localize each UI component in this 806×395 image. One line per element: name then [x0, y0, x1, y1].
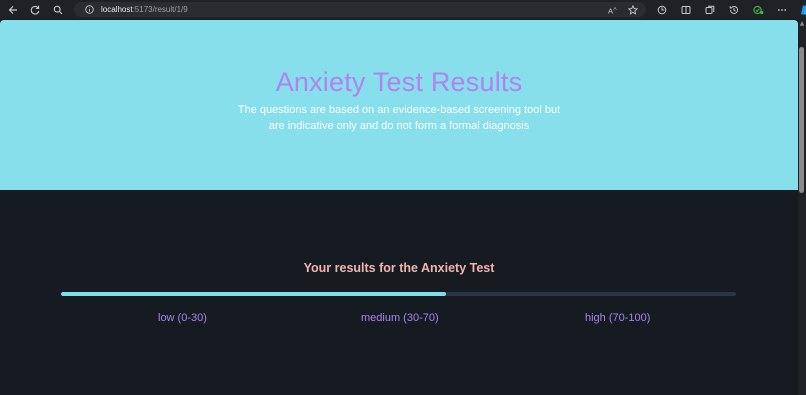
extensions-icon[interactable] — [650, 0, 674, 19]
svg-text:A: A — [614, 6, 617, 11]
back-button[interactable] — [2, 0, 24, 19]
refresh-icon — [30, 5, 40, 15]
refresh-button[interactable] — [24, 0, 46, 19]
split-screen-icon[interactable] — [674, 0, 698, 19]
level-high-label: high (70-100) — [585, 312, 651, 324]
page-subtitle: The questions are based on an evidence-b… — [237, 104, 561, 132]
scroll-up-arrow-icon[interactable]: ▲ — [799, 21, 805, 27]
url-path: :5173/result/1/9 — [132, 5, 188, 14]
copilot-icon[interactable] — [794, 0, 806, 19]
search-icon — [53, 5, 63, 14]
vertical-scrollbar[interactable]: ▲ — [798, 19, 806, 395]
address-bar[interactable]: localhost:5173/result/1/9 AA — [74, 2, 646, 17]
performance-icon[interactable] — [746, 0, 770, 19]
result-progress-bar — [61, 292, 736, 296]
back-arrow-icon — [8, 5, 17, 14]
page-content: Anxiety Test Results The questions are b… — [0, 19, 798, 395]
browser-toolbar: localhost:5173/result/1/9 AA — [0, 0, 806, 19]
more-options-icon[interactable] — [770, 0, 794, 19]
history-icon[interactable] — [722, 0, 746, 19]
page-title: Anxiety Test Results — [275, 67, 523, 97]
level-medium-label: medium (30-70) — [361, 312, 439, 324]
search-button[interactable] — [47, 0, 69, 19]
favorite-star-icon[interactable] — [627, 0, 639, 19]
read-aloud-icon[interactable]: AA — [608, 0, 618, 19]
result-progress-fill — [61, 292, 446, 296]
hero-banner: Anxiety Test Results The questions are b… — [0, 20, 798, 190]
url-host: localhost — [101, 5, 133, 14]
svg-text:A: A — [608, 7, 613, 16]
collections-icon[interactable] — [698, 0, 722, 19]
site-info-icon[interactable] — [81, 5, 97, 14]
level-low-label: low (0-30) — [158, 312, 207, 324]
toolbar-right-icons — [650, 0, 806, 19]
url-text: localhost:5173/result/1/9 — [101, 5, 188, 14]
results-heading: Your results for the Anxiety Test — [303, 261, 495, 275]
scroll-thumb[interactable] — [799, 47, 804, 193]
